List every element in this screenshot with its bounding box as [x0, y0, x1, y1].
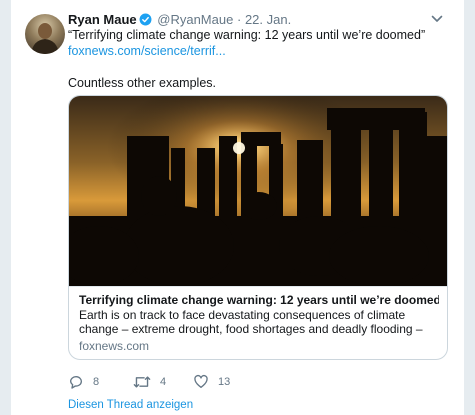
link-card-body[interactable]: Terrifying climate change warning: 12 ye…: [69, 286, 447, 359]
reply-count: 8: [93, 376, 100, 388]
tweet-link[interactable]: foxnews.com/science/terrif...: [68, 43, 448, 59]
tweet-card: Ryan Maue @RyanMaue · 22. Jan. “Terrifyi…: [10, 0, 465, 415]
link-card-title: Terrifying climate change warning: 12 ye…: [79, 293, 439, 307]
tweet-text: “Terrifying climate change warning: 12 y…: [68, 27, 448, 91]
link-card-description: Earth is on track to face devastating co…: [79, 308, 423, 336]
like-count: 13: [218, 376, 231, 388]
retweet-count: 4: [160, 376, 167, 388]
author-handle[interactable]: @RyanMaue: [157, 12, 233, 27]
reply-icon: [68, 374, 84, 390]
retweet-button[interactable]: 4: [133, 373, 166, 391]
link-card-image[interactable]: [69, 96, 447, 286]
link-card[interactable]: Terrifying climate change warning: 12 ye…: [68, 95, 448, 360]
tweet-actions: 8 4 13: [68, 373, 368, 391]
heart-icon: [193, 374, 209, 390]
tweet-extra-text: Countless other examples.: [68, 76, 216, 90]
author-name[interactable]: Ryan Maue: [68, 12, 137, 27]
avatar[interactable]: [25, 14, 65, 54]
show-thread-link[interactable]: Diesen Thread anzeigen: [68, 399, 193, 411]
retweet-icon: [133, 374, 151, 390]
separator-dot: ·: [236, 12, 242, 27]
link-card-domain: foxnews.com: [79, 339, 150, 353]
chevron-down-icon[interactable]: [430, 12, 444, 26]
tweet-date[interactable]: 22. Jan.: [245, 12, 291, 27]
tweet-quote-text: “Terrifying climate change warning: 12 y…: [68, 28, 426, 42]
reply-button[interactable]: 8: [68, 373, 99, 391]
like-button[interactable]: 13: [193, 373, 230, 391]
